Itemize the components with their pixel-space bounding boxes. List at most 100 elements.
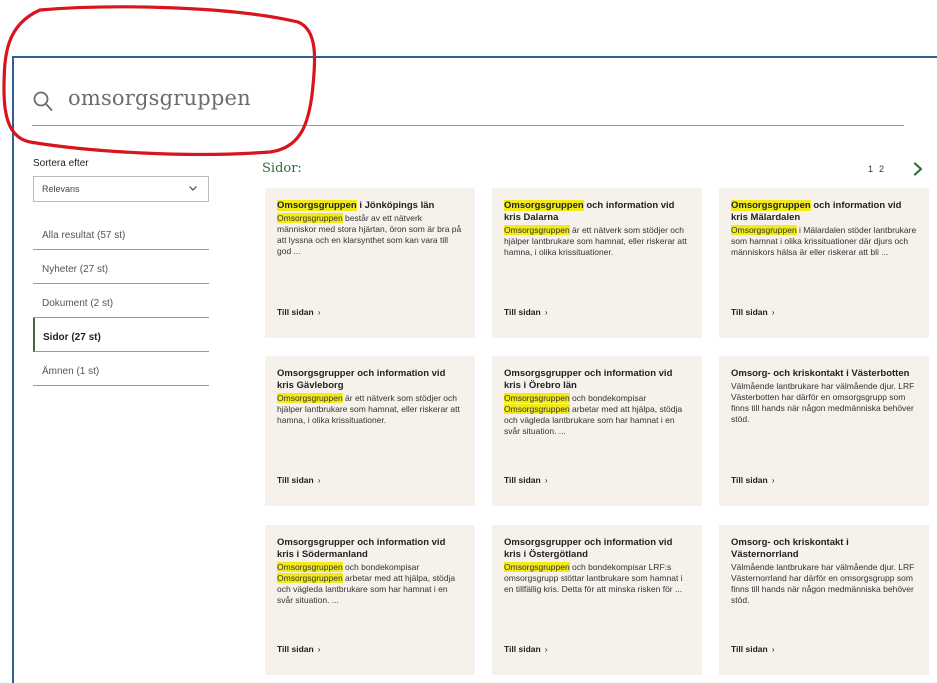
card-link[interactable]: Till sidan › [277,475,321,485]
card-title[interactable]: Omsorgsgrupper och information vid kris … [277,537,463,561]
desc-text: Välmående lantbrukare har välmående djur… [731,381,915,424]
card-description: Omsorgsgruppen är ett nätverk som stödje… [277,393,463,426]
search-underline [32,125,904,126]
filter-item-alla-resultat[interactable]: Alla resultat (57 st) [33,216,209,250]
title-text: Omsorgsgrupper och information vid kris … [277,537,446,560]
filter-list: Alla resultat (57 st) Nyheter (27 st) Do… [33,216,209,386]
chevron-right-icon: › [317,475,321,485]
result-card[interactable]: Omsorgsgrupper och information vid kris … [492,356,702,506]
title-highlight: Omsorgsgruppen [504,200,584,211]
chevron-right-icon: › [544,475,548,485]
page-link-2[interactable]: 2 [879,164,884,174]
title-text: Omsorg- och kriskontakt i Västernorrland [731,537,849,560]
card-title[interactable]: Omsorg- och kriskontakt i Västernorrland [731,537,917,561]
card-link-label: Till sidan [504,475,541,485]
sort-selected-value: Relevans [42,184,80,194]
card-link[interactable]: Till sidan › [504,644,548,654]
desc-highlight: Omsorgsgruppen [504,225,570,235]
filter-label: Nyheter (27 st) [42,264,109,275]
desc-highlight: Omsorgsgruppen [277,393,343,403]
desc-highlight: Omsorgsgruppen [504,393,570,403]
card-description: Omsorgsgruppen och bondekompisar Omsorgsg… [277,562,463,606]
card-link[interactable]: Till sidan › [731,644,775,654]
filter-label: Ämnen (1 st) [42,366,100,377]
title-highlight: Omsorgsgruppen [277,200,357,211]
title-text: Omsorgsgrupper och information vid kris … [277,368,446,391]
desc-text: och bondekompisar [569,393,647,403]
card-link-label: Till sidan [731,307,768,317]
chevron-right-icon: › [771,644,775,654]
filter-label: Sidor (27 st) [43,332,101,343]
filter-item-amnen[interactable]: Ämnen (1 st) [33,352,209,386]
card-link[interactable]: Till sidan › [504,475,548,485]
chevron-right-icon: › [544,644,548,654]
card-title[interactable]: Omsorgsgrupper och information vid kris … [277,368,463,392]
card-link-label: Till sidan [731,475,768,485]
card-link-label: Till sidan [504,307,541,317]
card-description: Omsorgsgruppen och bondekompisar Omsorgsg… [504,393,690,437]
card-title[interactable]: Omsorgsgrupper och information vid kris … [504,368,690,392]
card-link-label: Till sidan [277,644,314,654]
result-card[interactable]: Omsorgsgrupper och information vid kris … [265,525,475,675]
chevron-right-icon: › [544,307,548,317]
chevron-down-icon [189,186,197,191]
pagination: 12 [868,164,890,174]
card-title[interactable]: Omsorgsgruppen och information vid kris … [731,200,917,224]
search-bar[interactable]: omsorgsgruppen [32,86,904,126]
sort-dropdown[interactable]: Relevans [33,176,209,202]
card-link[interactable]: Till sidan › [731,307,775,317]
result-card[interactable]: Omsorgsgrupper och information vid kris … [492,525,702,675]
card-description: Välmående lantbrukare har välmående djur… [731,562,917,606]
chevron-right-icon: › [317,307,321,317]
desc-highlight: Omsorgsgruppen [277,213,343,223]
card-link-label: Till sidan [277,307,314,317]
card-title[interactable]: Omsorg- och kriskontakt i Västerbotten [731,368,917,380]
page-link-1[interactable]: 1 [868,164,873,174]
result-card[interactable]: Omsorg- och kriskontakt i Västerbotten V… [719,356,929,506]
card-link[interactable]: Till sidan › [731,475,775,485]
filter-item-dokument[interactable]: Dokument (2 st) [33,284,209,318]
title-text: Omsorgsgrupper och information vid kris … [504,368,673,391]
card-link[interactable]: Till sidan › [504,307,548,317]
desc-highlight: Omsorgsgruppen [504,404,570,414]
title-text: i Jönköpings län [356,200,435,211]
chevron-right-icon: › [771,307,775,317]
chevron-right-icon: › [771,475,775,485]
card-description: Omsorgsgruppen består av ett nätverk män… [277,213,463,257]
section-title: Sidor: [262,161,302,176]
title-text: Omsorgsgrupper och information vid kris … [504,537,673,560]
result-card[interactable]: Omsorgsgrupper och information vid kris … [265,356,475,506]
desc-highlight: Omsorgsgruppen [277,573,343,583]
desc-highlight: Omsorgsgruppen [731,225,797,235]
card-link-label: Till sidan [504,644,541,654]
card-title[interactable]: Omsorgsgruppen och information vid kris … [504,200,690,224]
next-page-arrow-icon[interactable] [913,162,923,176]
card-link[interactable]: Till sidan › [277,307,321,317]
card-link-label: Till sidan [731,644,768,654]
card-link[interactable]: Till sidan › [277,644,321,654]
card-description: Omsorgsgruppen är ett nätverk som stödje… [504,225,690,258]
result-card[interactable]: Omsorg- och kriskontakt i Västernorrland… [719,525,929,675]
title-text: Omsorg- och kriskontakt i Västerbotten [731,368,910,379]
desc-highlight: Omsorgsgruppen [277,562,343,572]
result-card[interactable]: Omsorgsgruppen i Jönköpings län Omsorgsg… [265,188,475,338]
filter-label: Alla resultat (57 st) [42,230,126,241]
card-title[interactable]: Omsorgsgrupper och information vid kris … [504,537,690,561]
search-input[interactable]: omsorgsgruppen [68,86,251,110]
card-description: Välmående lantbrukare har välmående djur… [731,381,917,425]
result-card[interactable]: Omsorgsgruppen och information vid kris … [719,188,929,338]
chevron-right-icon: › [317,644,321,654]
card-link-label: Till sidan [277,475,314,485]
desc-text: Välmående lantbrukare har välmående djur… [731,562,915,605]
sort-label: Sortera efter [33,158,89,169]
desc-text: och bondekompisar [342,562,420,572]
search-icon [33,91,53,111]
filter-item-sidor[interactable]: Sidor (27 st) [33,318,209,352]
filter-item-nyheter[interactable]: Nyheter (27 st) [33,250,209,284]
result-card[interactable]: Omsorgsgruppen och information vid kris … [492,188,702,338]
title-highlight: Omsorgsgruppen [731,200,811,211]
card-title[interactable]: Omsorgsgruppen i Jönköpings län [277,200,463,212]
card-description: Omsorgsgruppen och bondekompisar LRF:s o… [504,562,690,595]
card-description: Omsorgsgruppen i Mälardalen stöder lantb… [731,225,917,258]
filter-label: Dokument (2 st) [42,298,114,309]
